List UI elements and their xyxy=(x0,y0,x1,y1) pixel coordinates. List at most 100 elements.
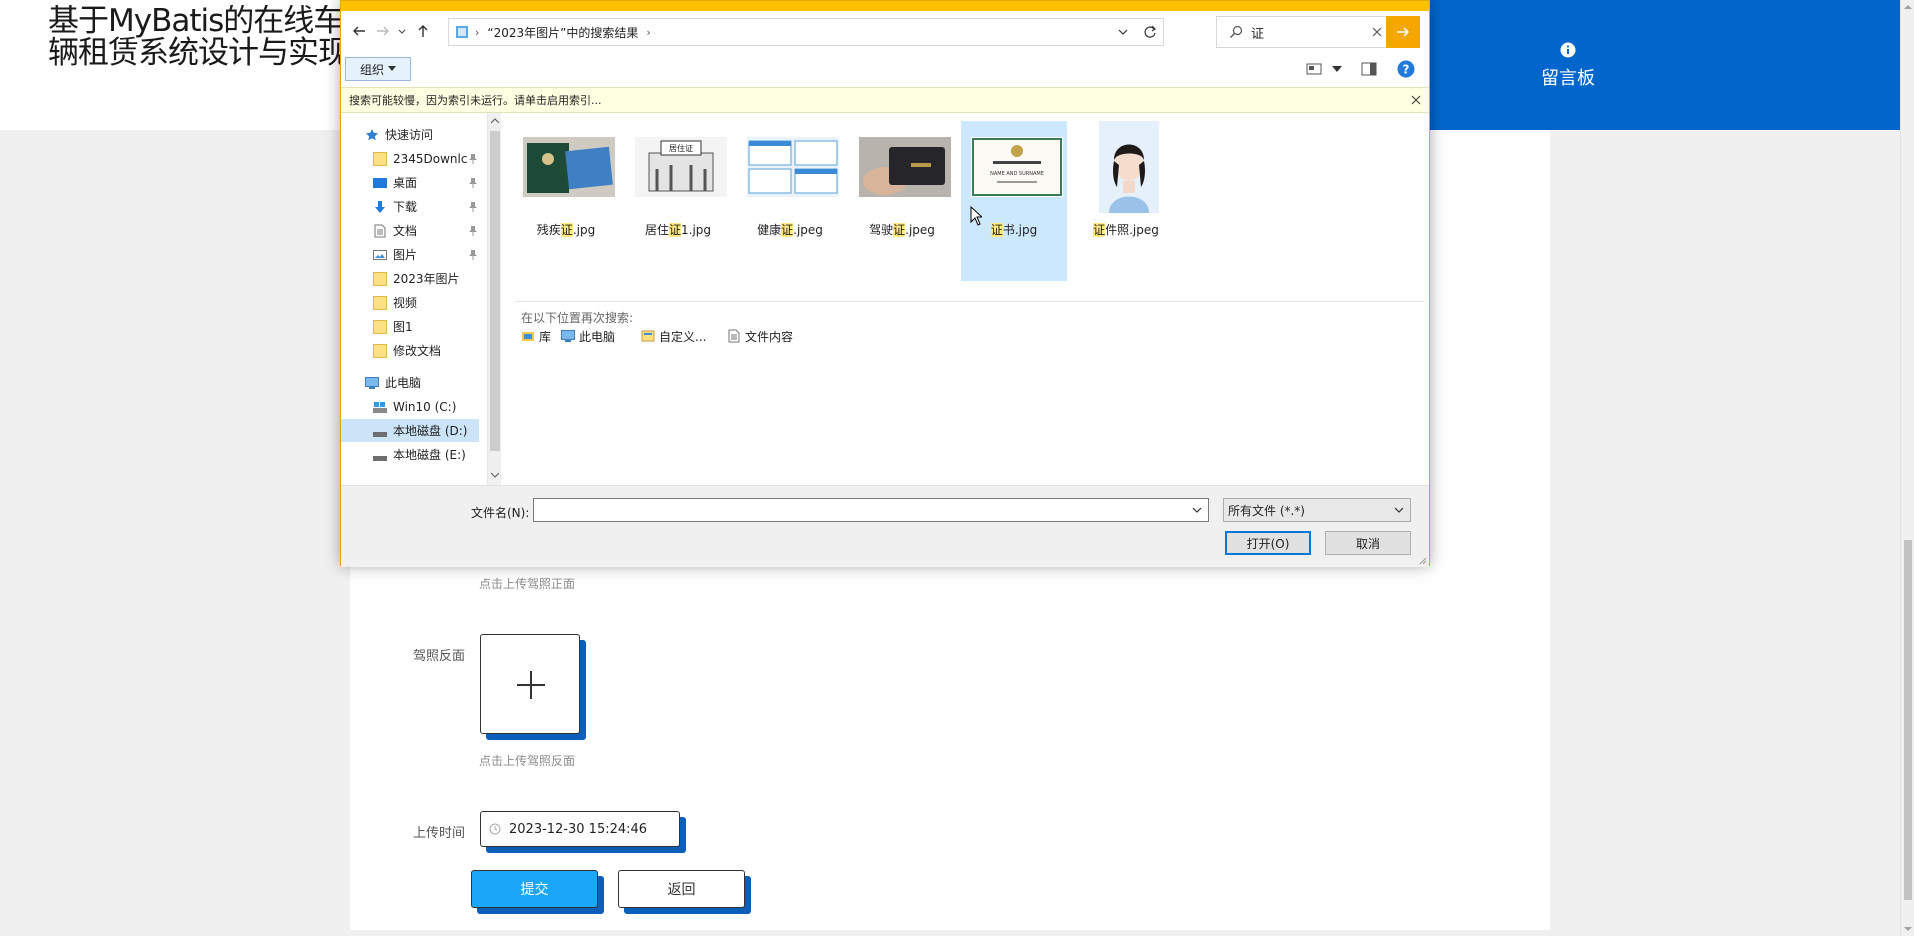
nav-item-message-board[interactable]: 留言板 xyxy=(1500,42,1636,90)
tree-item-label: 修改文档 xyxy=(393,344,442,358)
drive-icon xyxy=(373,455,387,461)
page-scroll-thumb[interactable] xyxy=(1904,540,1912,900)
nav-scroll-thumb[interactable] xyxy=(490,131,500,451)
open-button[interactable]: 打开(O) xyxy=(1225,531,1311,555)
search-value: 证 xyxy=(1251,26,1265,42)
search-input[interactable]: 证 xyxy=(1216,16,1392,48)
tree-item-drive-e[interactable]: 本地磁盘 (E:) xyxy=(341,443,481,466)
tree-item-documents[interactable]: 文档 xyxy=(341,219,481,242)
address-row: › “2023年图片”中的搜索结果 › 证 xyxy=(341,11,1429,53)
clear-search-icon[interactable] xyxy=(1371,26,1383,38)
arrow-right-icon xyxy=(1397,27,1410,37)
close-icon[interactable] xyxy=(1411,95,1421,105)
scroll-up-icon[interactable] xyxy=(491,117,499,125)
nav-item-label: 留言板 xyxy=(1541,68,1595,89)
computer-icon xyxy=(365,376,379,389)
upload-time-label: 上传时间 xyxy=(413,826,466,841)
info-bar[interactable]: 搜索可能较慢，因为索引未运行。请单击启用索引... xyxy=(341,87,1429,113)
tree-item-2345downloads[interactable]: 2345Downlc xyxy=(341,147,481,170)
search-location-custom[interactable]: 自定义... xyxy=(641,325,706,347)
info-message: 搜索可能较慢，因为索引未运行。请单击启用索引... xyxy=(349,94,602,107)
file-item[interactable]: 驾驶证.jpeg xyxy=(849,121,955,281)
nav-pane: 快速访问 2345Downlc 桌面 下载 文档 图片 2023年图片 视频 图… xyxy=(341,113,487,485)
search-location-this-pc[interactable]: 此电脑 xyxy=(561,325,615,347)
file-name: 健康证.jpeg xyxy=(757,223,823,237)
thumbnail-text: NAME AND SURNAME xyxy=(990,171,1044,177)
search-location-label: 库 xyxy=(539,329,552,344)
tree-item-pictures[interactable]: 图片 xyxy=(341,243,481,266)
upload-back-card[interactable] xyxy=(480,634,580,734)
pin-icon xyxy=(469,178,477,188)
breadcrumb-path[interactable]: “2023年图片”中的搜索结果 xyxy=(487,24,638,41)
tree-item-videos[interactable]: 视频 xyxy=(341,291,481,314)
refresh-icon[interactable] xyxy=(1143,25,1157,39)
tree-item-edit-docs[interactable]: 修改文档 xyxy=(341,339,481,362)
file-item[interactable]: 健康证.jpeg xyxy=(737,121,843,281)
file-item[interactable]: 证件照.jpeg xyxy=(1073,121,1179,281)
scroll-down-icon[interactable] xyxy=(491,471,499,479)
tree-item-this-pc[interactable]: 此电脑 xyxy=(341,371,481,394)
document-icon xyxy=(728,329,740,343)
chevron-down-icon xyxy=(1394,507,1404,513)
pin-icon xyxy=(469,226,477,236)
file-thumbnail: 居住证 xyxy=(635,137,727,197)
tree-item-quick-access[interactable]: 快速访问 xyxy=(341,123,481,146)
address-dropdown-icon[interactable] xyxy=(1117,26,1129,38)
chevron-down-icon[interactable] xyxy=(1192,507,1202,514)
tree-item-desktop[interactable]: 桌面 xyxy=(341,171,481,194)
tree-item-figure1[interactable]: 图1 xyxy=(341,315,481,338)
tree-item-label: 桌面 xyxy=(393,176,418,190)
filename-input[interactable] xyxy=(533,498,1209,522)
scroll-up-icon[interactable] xyxy=(1904,3,1912,11)
tree-item-label: 此电脑 xyxy=(385,376,422,390)
files-pane: 残疾证.jpg 居住证 居住证1.jpg 健康证.jpeg 驾驶证.jpeg N… xyxy=(501,113,1429,485)
view-options-icon[interactable] xyxy=(1306,62,1322,76)
upload-time-input[interactable]: 2023-12-30 15:24:46 xyxy=(480,811,680,847)
upload-front-hint: 点击上传驾照正面 xyxy=(479,577,576,591)
dialog-titlebar[interactable] xyxy=(341,1,1429,11)
drive-icon xyxy=(373,401,387,413)
search-location-file-contents[interactable]: 文件内容 xyxy=(727,325,793,347)
tree-item-2023-pictures[interactable]: 2023年图片 xyxy=(341,267,481,290)
drive-icon xyxy=(373,431,387,437)
nav-bar: 讯 留言板 xyxy=(1400,0,1900,130)
help-icon[interactable]: ? xyxy=(1397,60,1415,78)
organize-label: 组织 xyxy=(359,62,384,77)
download-icon xyxy=(375,200,385,213)
cancel-button[interactable]: 取消 xyxy=(1325,531,1411,555)
back-button[interactable]: 返回 xyxy=(618,870,745,908)
caret-down-icon xyxy=(388,66,396,71)
scroll-down-icon[interactable] xyxy=(1904,925,1912,933)
organize-button[interactable]: 组织 xyxy=(345,57,411,81)
address-bar[interactable]: › “2023年图片”中的搜索结果 › xyxy=(448,18,1164,46)
file-thumbnail xyxy=(1099,121,1159,213)
filetype-select[interactable]: 所有文件 (*.*) xyxy=(1223,498,1411,522)
recent-dropdown-icon[interactable] xyxy=(397,23,407,39)
pin-icon xyxy=(469,250,477,260)
search-go-button[interactable] xyxy=(1386,16,1420,48)
resize-grip-icon[interactable] xyxy=(1417,555,1427,565)
tree-item-label: 图片 xyxy=(393,248,418,262)
file-item[interactable]: 残疾证.jpg xyxy=(513,121,619,281)
forward-arrow-icon[interactable] xyxy=(375,23,391,39)
tree-item-label: 视频 xyxy=(393,296,418,310)
back-arrow-icon[interactable] xyxy=(351,23,367,39)
file-thumbnail xyxy=(859,137,951,197)
file-thumbnail xyxy=(523,137,615,197)
file-item[interactable]: 居住证 居住证1.jpg xyxy=(625,121,731,281)
pin-icon xyxy=(469,202,477,212)
clock-icon xyxy=(489,823,501,835)
page-scrollbar[interactable] xyxy=(1900,0,1914,936)
tree-item-drive-c[interactable]: Win10 (C:) xyxy=(341,395,481,418)
pictures-icon xyxy=(373,249,387,260)
file-item[interactable]: NAME AND SURNAME 证书.jpg xyxy=(961,121,1067,281)
computer-icon xyxy=(561,330,575,342)
up-arrow-icon[interactable] xyxy=(415,23,431,39)
tree-item-downloads[interactable]: 下载 xyxy=(341,195,481,218)
tree-item-drive-d[interactable]: 本地磁盘 (D:) xyxy=(341,419,479,442)
search-location-library[interactable]: 库 xyxy=(521,325,551,347)
nav-pane-scrollbar[interactable] xyxy=(487,113,501,485)
preview-pane-icon[interactable] xyxy=(1361,62,1377,76)
submit-button[interactable]: 提交 xyxy=(471,870,598,908)
view-dropdown-icon[interactable] xyxy=(1332,65,1342,73)
